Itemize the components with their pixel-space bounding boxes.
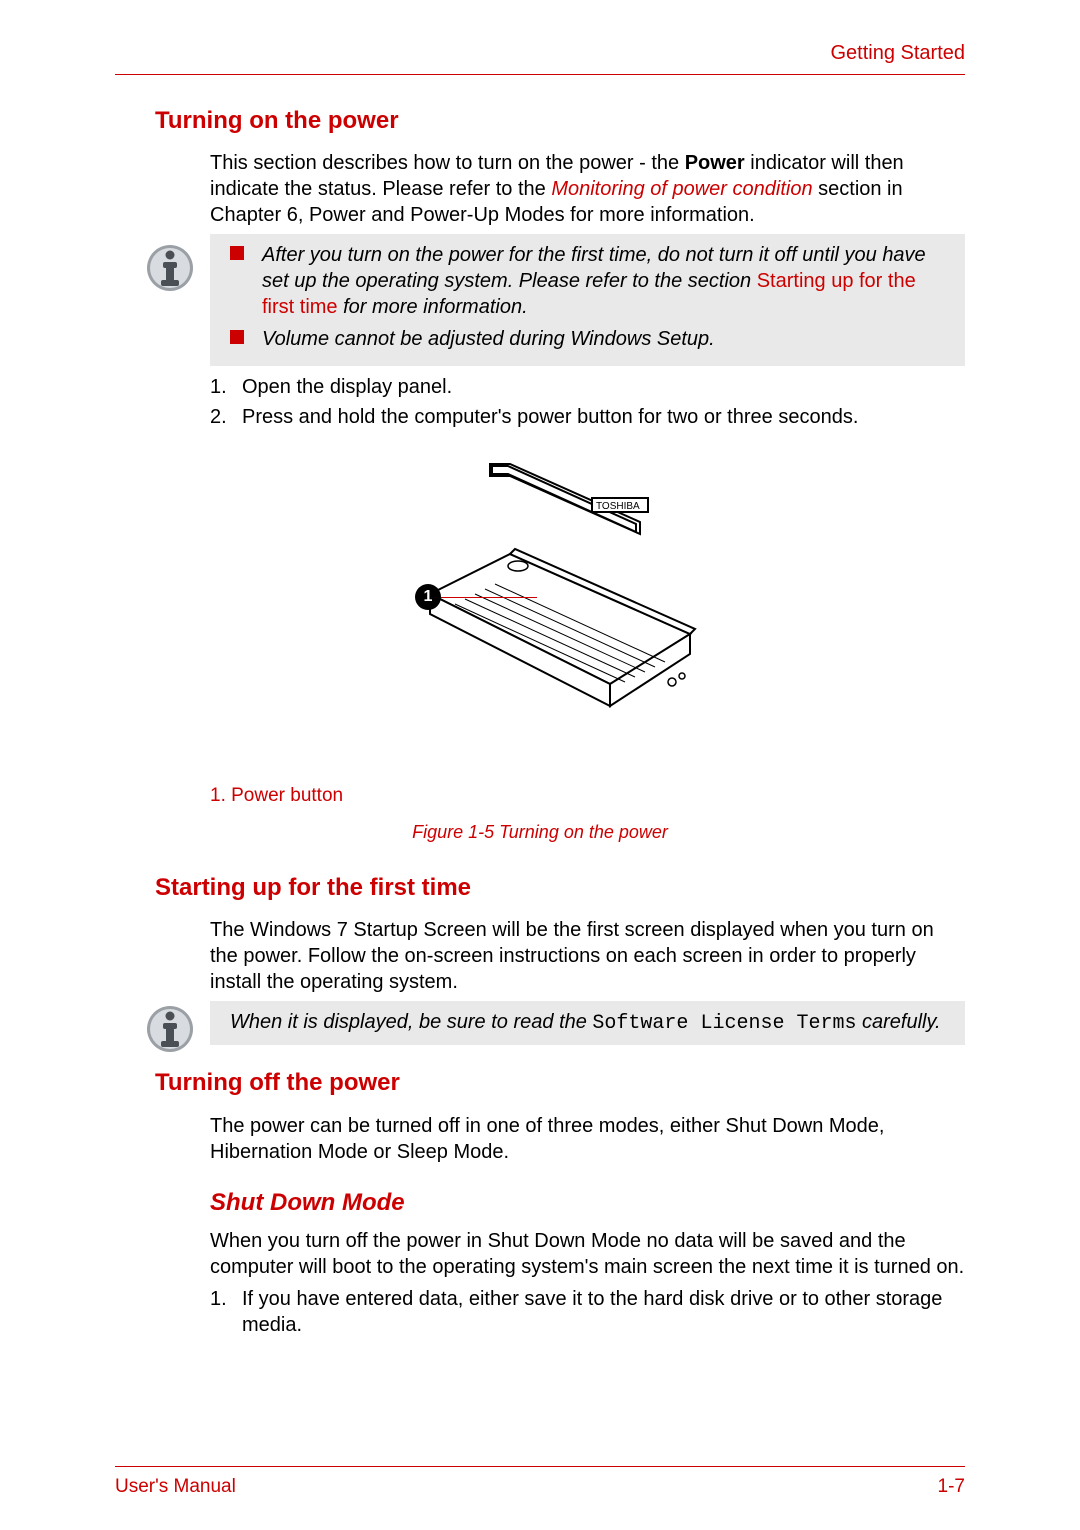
code-text: Software License Terms — [592, 1012, 856, 1035]
footer-left: User's Manual — [115, 1475, 236, 1500]
callout-number: 1 — [415, 584, 441, 610]
text: for more information. — [338, 296, 528, 318]
brand-text: TOSHIBA — [596, 501, 640, 512]
s4-paragraph: When you turn off the power in Shut Down… — [210, 1228, 965, 1280]
s2-paragraph: The Windows 7 Startup Screen will be the… — [210, 917, 965, 995]
heading-turning-on-power: Turning on the power — [155, 105, 965, 136]
info-icon — [145, 240, 195, 296]
header-section-label: Getting Started — [115, 40, 965, 66]
callout-line — [441, 597, 537, 598]
text: carefully. — [856, 1011, 940, 1033]
steps-shut-down: If you have entered data, either save it… — [210, 1286, 965, 1338]
heading-turning-off: Turning off the power — [155, 1067, 965, 1098]
info-note-block: After you turn on the power for the firs… — [210, 234, 965, 366]
note-item-1: After you turn on the power for the firs… — [230, 242, 947, 320]
list-item: If you have entered data, either save it… — [210, 1286, 965, 1338]
info-note-block-2: When it is displayed, be sure to read th… — [210, 1001, 965, 1045]
steps-turning-on: Open the display panel. Press and hold t… — [210, 374, 965, 430]
bullet-icon — [230, 246, 244, 260]
footer-page-number: 1-7 — [938, 1475, 965, 1500]
text: Volume cannot be adjusted during Windows… — [262, 328, 715, 350]
text-power-bold: Power — [685, 152, 745, 174]
figure-legend: 1. Power button — [210, 784, 965, 809]
text: When it is displayed, be sure to read th… — [230, 1011, 592, 1033]
header-rule — [115, 74, 965, 75]
link-monitoring-power[interactable]: Monitoring of power condition — [551, 178, 812, 200]
info-icon — [145, 1001, 195, 1064]
list-item: Open the display panel. — [210, 374, 965, 400]
footer: User's Manual 1-7 — [115, 1466, 965, 1500]
figure-laptop: TOSHIBA 1 — [115, 454, 965, 774]
bullet-icon — [230, 330, 244, 344]
s1-paragraph: This section describes how to turn on th… — [210, 150, 965, 228]
note-item-2: Volume cannot be adjusted during Windows… — [230, 326, 947, 352]
text: This section describes how to turn on th… — [210, 152, 685, 174]
s3-paragraph: The power can be turned off in one of th… — [210, 1113, 965, 1165]
footer-rule — [115, 1466, 965, 1467]
list-item: Press and hold the computer's power butt… — [210, 404, 965, 430]
heading-starting-up: Starting up for the first time — [155, 872, 965, 903]
figure-caption: Figure 1-5 Turning on the power — [115, 821, 965, 844]
heading-shut-down-mode: Shut Down Mode — [210, 1187, 965, 1218]
